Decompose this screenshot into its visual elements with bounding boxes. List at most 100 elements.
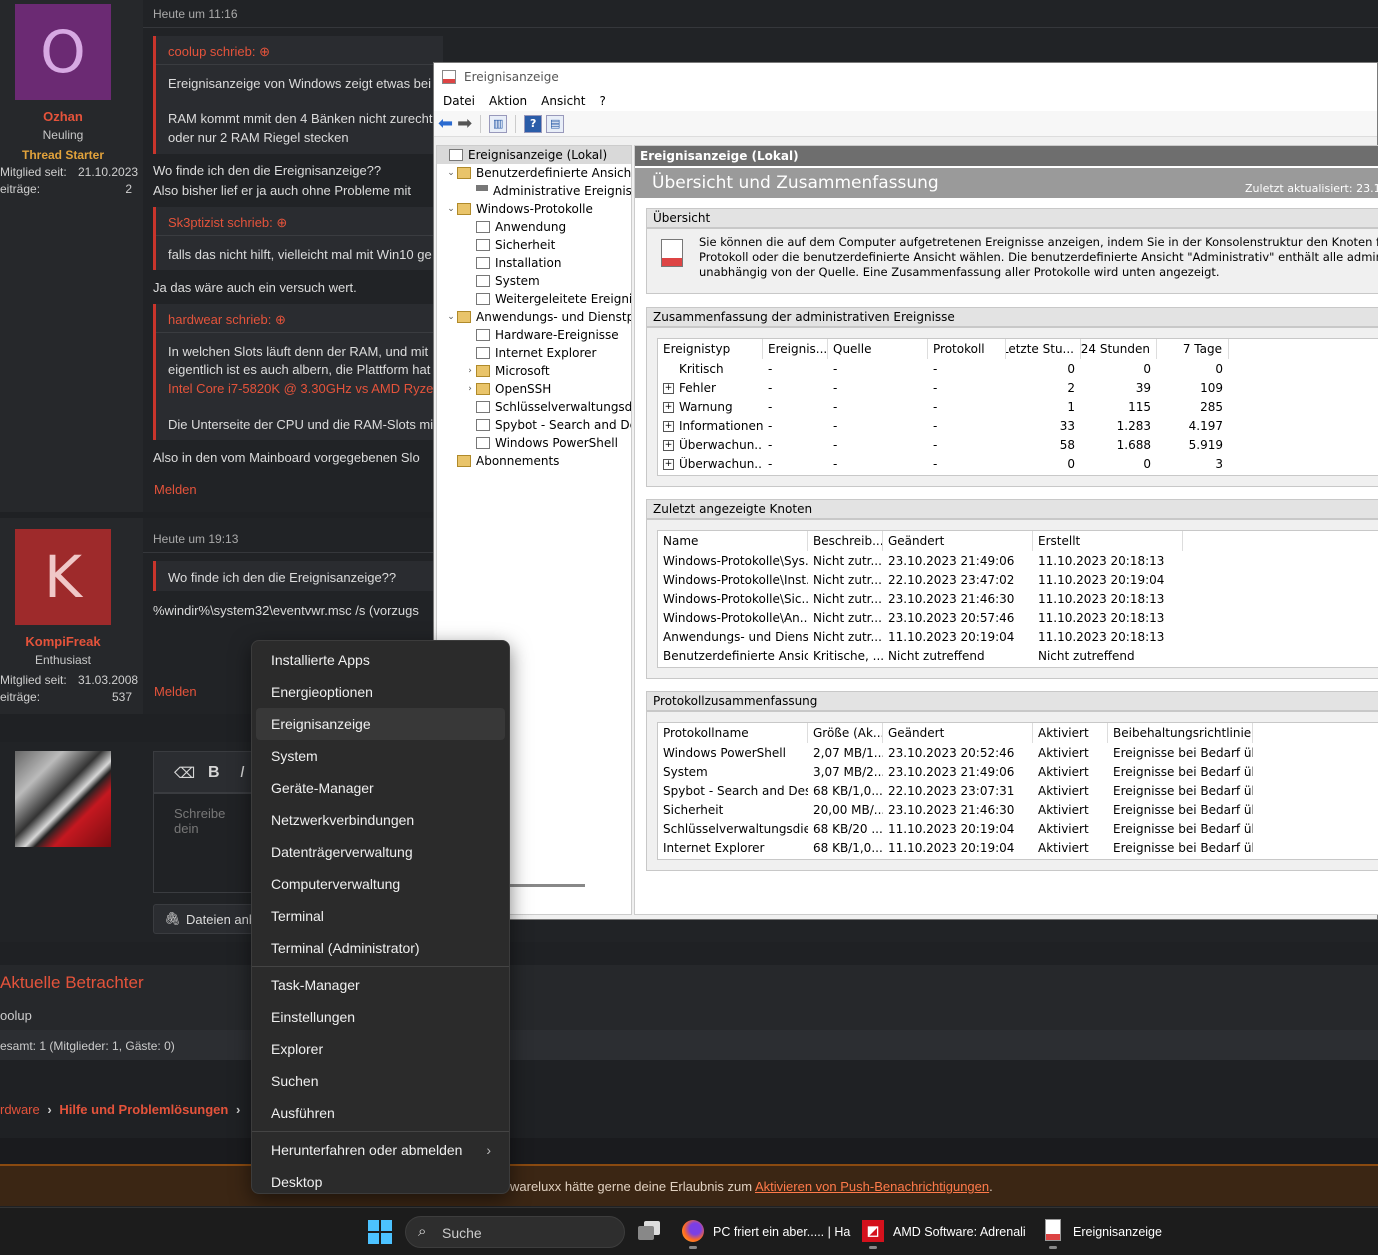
forward-icon[interactable]: ➡ [457, 113, 472, 134]
table-row[interactable]: + Überwachun... - - -0 0 3 [658, 454, 1378, 473]
arrow-up-icon[interactable]: ⊕ [275, 312, 286, 327]
column-header[interactable]: Geändert [883, 723, 1033, 743]
menu-item-einstellungen[interactable]: Einstellungen [256, 1001, 505, 1033]
section-summary[interactable]: Zusammenfassung der administrativen Erei… [646, 307, 1378, 327]
table-row[interactable]: Kritisch - - - 0 0 0 [658, 359, 1378, 378]
table-row[interactable]: Windows-Protokolle\Sys... Nicht zutr... 23… [658, 551, 1378, 570]
menu-item-ereignisanzeige[interactable]: Ereignisanzeige [256, 708, 505, 740]
chevron-down-icon[interactable]: ⌄ [445, 312, 457, 322]
section-recent-nodes[interactable]: Zuletzt angezeigte Knoten [646, 499, 1378, 519]
task-view-icon[interactable] [638, 1221, 662, 1241]
table-row[interactable]: Windows-Protokolle\Inst... Nicht zutr... 2… [658, 570, 1378, 589]
tree-node[interactable]: Abonnements [437, 452, 631, 470]
show-hide-tree-icon[interactable]: ▥ [489, 114, 508, 133]
quote-author[interactable]: hardwear schrieb: ⊕ [168, 312, 286, 328]
column-header[interactable]: Größe (Ak... [808, 723, 883, 743]
menu-item-task-manager[interactable]: Task-Manager [256, 969, 505, 1001]
menu-item-suchen[interactable]: Suchen [256, 1065, 505, 1097]
column-header[interactable]: 7 Tage [1157, 339, 1229, 359]
push-enable-link[interactable]: Aktivieren von Push-Benachrichtigungen [755, 1179, 989, 1194]
menu-item-netzwerkverbindungen[interactable]: Netzwerkverbindungen [256, 804, 505, 836]
menu-aktion[interactable]: Aktion [489, 94, 527, 108]
chevron-right-icon[interactable]: › [464, 366, 476, 376]
tree-node[interactable]: › Microsoft [437, 362, 631, 380]
tree-node[interactable]: Schlüsselverwaltungsdienst [437, 398, 631, 416]
tree-node[interactable]: Ereignisanzeige (Lokal) [437, 146, 631, 164]
menu-item-system[interactable]: System [256, 740, 505, 772]
italic-icon[interactable]: I [240, 764, 244, 782]
arrow-up-icon[interactable]: ⊕ [276, 215, 287, 230]
column-header[interactable]: Protokollname [658, 723, 808, 743]
post-1-time[interactable]: Heute um 11:16 [153, 7, 238, 21]
breadcrumb-item[interactable]: Hilfe und Problemlösungen [59, 1102, 228, 1117]
menu-ansicht[interactable]: Ansicht [541, 94, 585, 108]
table-row[interactable]: + Fehler - - - 2 39 109 [658, 378, 1378, 397]
tree-node[interactable]: ⌄ Benutzerdefinierte Ansichten [437, 164, 631, 182]
menu-item-terminal[interactable]: Terminal [256, 900, 505, 932]
menu-item-datenträgerverwaltung[interactable]: Datenträgerverwaltung [256, 836, 505, 868]
tree-node[interactable]: Installation [437, 254, 631, 272]
section-overview[interactable]: Übersicht [646, 208, 1378, 228]
attach-button[interactable]: 🖇 Dateien anh [153, 904, 256, 934]
menu-item-computerverwaltung[interactable]: Computerverwaltung [256, 868, 505, 900]
avatar[interactable]: K [15, 529, 111, 625]
menu-item-ausführen[interactable]: Ausführen [256, 1097, 505, 1129]
arrow-up-icon[interactable]: ⊕ [259, 44, 270, 59]
menu-item-installierte-apps[interactable]: Installierte Apps [256, 644, 505, 676]
column-header[interactable]: Geändert [883, 531, 1033, 551]
table-row[interactable]: + Informationen - - -33 1.283 4.197 [658, 416, 1378, 435]
column-header[interactable]: Protokoll [928, 339, 1006, 359]
column-header[interactable]: Beibehaltungsrichtlinie [1108, 723, 1253, 743]
menu-item-desktop[interactable]: Desktop [256, 1166, 505, 1198]
username[interactable]: Ozhan [0, 109, 126, 124]
table-row[interactable]: Schlüsselverwaltungsdie... 68 KB/20 ... 11… [658, 819, 1378, 838]
help-icon[interactable]: ? [524, 114, 543, 133]
menu-item-explorer[interactable]: Explorer [256, 1033, 505, 1065]
username[interactable]: KompiFreak [0, 634, 126, 649]
back-icon[interactable]: ⬅ [438, 113, 453, 134]
tree-node[interactable]: Spybot - Search and Destroy [437, 416, 631, 434]
section-log-summary[interactable]: Protokollzusammenfassung [646, 691, 1378, 711]
tree-node[interactable]: Weitergeleitete Ereignisse [437, 290, 631, 308]
tree-node[interactable]: System [437, 272, 631, 290]
column-header[interactable]: Name [658, 531, 808, 551]
table-row[interactable]: Sicherheit 20,00 MB/... 23.10.2023 21:46:3… [658, 800, 1378, 819]
window-titlebar[interactable]: Ereignisanzeige [434, 63, 1377, 91]
menu-help[interactable]: ? [599, 94, 605, 108]
column-header[interactable]: Letzte Stu... [1006, 339, 1081, 359]
taskbar-app-eventviewer[interactable]: Ereignisanzeige [1040, 1216, 1210, 1249]
column-header[interactable]: Ereignis... [763, 339, 828, 359]
column-header[interactable]: Beschreib... [808, 531, 883, 551]
table-row[interactable]: Spybot - Search and Dest... 68 KB/1,0... 2… [658, 781, 1378, 800]
expand-icon[interactable]: + [663, 401, 674, 413]
table-row[interactable]: Anwendungs- und Diens... Nicht zutr... 11.… [658, 627, 1378, 646]
chevron-down-icon[interactable]: ⌄ [445, 168, 457, 178]
tree-node[interactable]: Windows PowerShell [437, 434, 631, 452]
tree-node[interactable]: ⌄ Windows-Protokolle [437, 200, 631, 218]
chevron-down-icon[interactable]: ⌄ [445, 204, 457, 214]
menu-datei[interactable]: Datei [443, 94, 475, 108]
table-row[interactable]: Windows-Protokolle\An... Nicht zutr... 23.… [658, 608, 1378, 627]
tree-node[interactable]: Sicherheit [437, 236, 631, 254]
tree-node[interactable]: Internet Explorer [437, 344, 631, 362]
menu-item-geräte-manager[interactable]: Geräte-Manager [256, 772, 505, 804]
tree-node[interactable]: ⌄ Anwendungs- und Dienstprotokolle [437, 308, 631, 326]
quote-author[interactable]: Sk3ptizist schrieb: ⊕ [168, 215, 287, 231]
column-header[interactable]: 24 Stunden [1081, 339, 1157, 359]
table-row[interactable]: + Überwachun... - - -58 1.688 5.919 [658, 435, 1378, 454]
menu-item-herunterfahren-oder-abmelden[interactable]: Herunterfahren oder abmelden › [256, 1134, 505, 1166]
taskbar-app-amd[interactable]: ◩ AMD Software: Adrenali [860, 1216, 1030, 1249]
report-link[interactable]: Melden [154, 684, 197, 699]
expand-icon[interactable]: + [663, 382, 674, 394]
expand-icon[interactable]: + [663, 439, 674, 451]
start-button[interactable] [368, 1220, 392, 1244]
table-row[interactable]: Windows PowerShell 2,07 MB/1... 23.10.2023… [658, 743, 1378, 762]
column-header[interactable]: Aktiviert [1033, 723, 1108, 743]
chevron-right-icon[interactable]: › [464, 384, 476, 394]
table-row[interactable]: Internet Explorer 68 KB/1,0... 11.10.2023 … [658, 838, 1378, 857]
avatar[interactable]: O [15, 4, 111, 100]
show-hide-action-icon[interactable]: ▤ [546, 114, 565, 133]
tree-node[interactable]: › OpenSSH [437, 380, 631, 398]
viewer-name[interactable]: oolup [0, 1008, 32, 1023]
table-row[interactable]: System 3,07 MB/2... 23.10.2023 21:49:06 Akt… [658, 762, 1378, 781]
